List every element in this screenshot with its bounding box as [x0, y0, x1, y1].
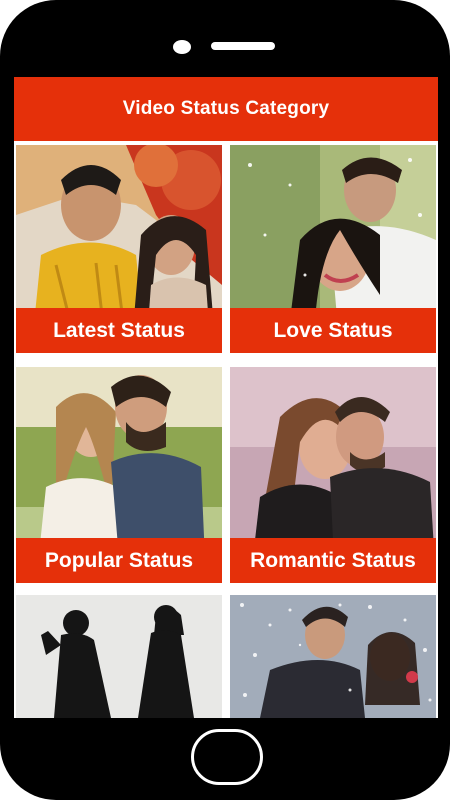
category-label-bar: Popular Status — [16, 538, 222, 583]
category-thumbnail-sad — [16, 595, 222, 718]
category-label: Love Status — [273, 318, 393, 342]
home-button[interactable] — [191, 729, 263, 785]
page-title: Video Status Category — [122, 98, 330, 119]
category-label-bar: Love Status — [230, 308, 436, 353]
category-label: Latest Status — [53, 318, 185, 342]
category-label-bar: Romantic Status — [230, 538, 436, 583]
app-bar: Video Status Category — [14, 77, 438, 141]
category-card-latest[interactable]: Latest Status — [16, 145, 222, 353]
app-screen: Video Status Category Latest Status Love… — [14, 77, 438, 718]
phone-frame: Video Status Category Latest Status Love… — [0, 0, 450, 800]
category-label-bar: Latest Status — [16, 308, 222, 353]
category-card-5[interactable] — [16, 595, 222, 718]
category-card-popular[interactable]: Popular Status — [16, 367, 222, 583]
category-card-love[interactable]: Love Status — [230, 145, 436, 353]
front-camera — [173, 40, 191, 54]
category-card-6[interactable] — [230, 595, 436, 718]
earpiece-speaker — [211, 42, 275, 50]
category-label: Popular Status — [44, 548, 194, 572]
category-card-romantic[interactable]: Romantic Status — [230, 367, 436, 583]
category-thumbnail-winter — [230, 595, 436, 718]
category-label: Romantic Status — [250, 548, 416, 572]
